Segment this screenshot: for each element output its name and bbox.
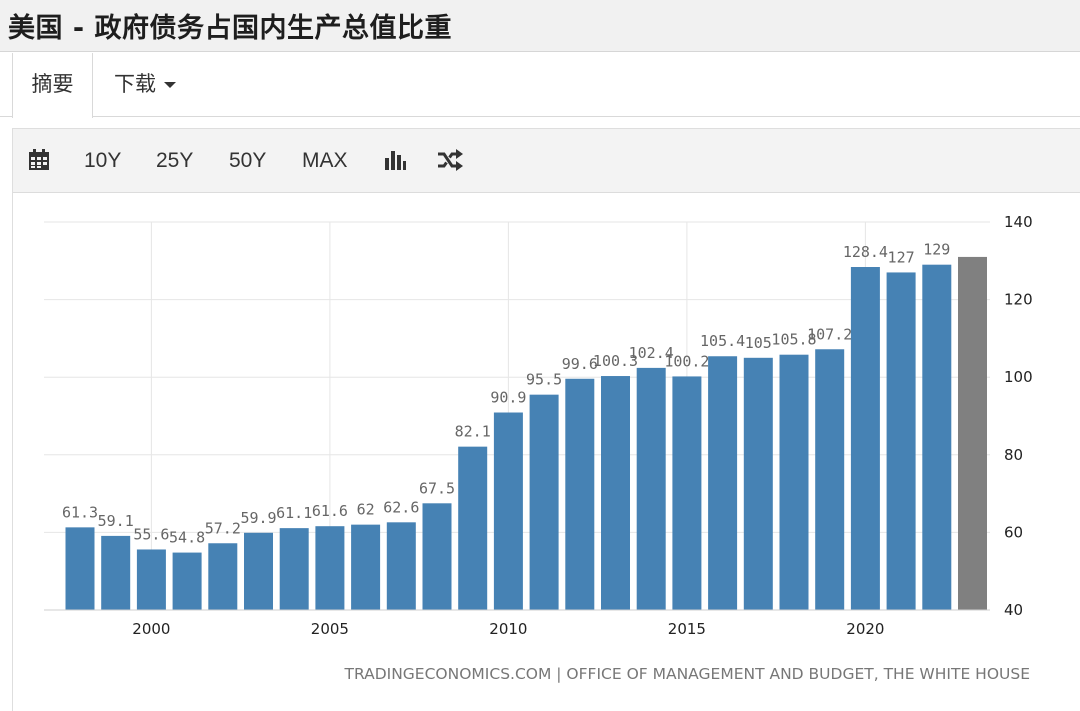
bar: [815, 349, 845, 610]
bar: [636, 367, 666, 610]
bar-value-label: 105: [745, 334, 772, 352]
bar: [136, 549, 166, 610]
bar: [315, 526, 345, 610]
x-tick-label: 2000: [132, 620, 170, 638]
bar: [422, 503, 452, 610]
y-tick-label: 60: [1004, 523, 1023, 541]
bar: [386, 522, 416, 610]
bar: [779, 354, 809, 610]
bar-value-label: 55.6: [133, 525, 169, 543]
bar: [351, 524, 381, 610]
bar: [958, 256, 987, 610]
bar: [279, 528, 309, 610]
bar-value-label: 100.2: [664, 352, 709, 370]
bar-value-label: 61.6: [312, 502, 348, 520]
bar-value-label: 62.6: [383, 498, 419, 516]
bar: [208, 543, 238, 610]
bar: [493, 412, 523, 610]
bar-value-label: 57.2: [205, 519, 241, 537]
bar: [101, 535, 131, 610]
x-tick-label: 2005: [311, 620, 349, 638]
bar: [458, 446, 488, 610]
y-tick-label: 140: [1004, 213, 1033, 231]
bar-value-label: 54.8: [169, 529, 205, 547]
x-tick-label: 2015: [668, 620, 706, 638]
bar: [672, 376, 702, 610]
bar-value-label: 82.1: [455, 423, 491, 441]
y-tick-label: 40: [1004, 601, 1023, 619]
bar: [601, 376, 630, 610]
bar: [886, 272, 916, 610]
bar-value-label: 59.9: [240, 509, 276, 527]
y-tick-label: 120: [1004, 291, 1033, 309]
bar-value-label: 127: [888, 248, 915, 266]
bar-value-label: 107.2: [807, 325, 852, 343]
bar-value-label: 61.1: [276, 504, 312, 522]
bar: [244, 532, 273, 610]
bar: [65, 527, 95, 610]
debt-to-gdp-chart: 4060801001201402000 2005 2010 2015 202061.3 5…: [44, 213, 1033, 683]
bar-value-label: 95.5: [526, 371, 562, 389]
y-tick-label: 80: [1004, 446, 1023, 464]
bar: [743, 357, 773, 610]
bar-value-label: 128.4: [843, 243, 888, 261]
bar: [529, 394, 559, 610]
bar-value-label: 129: [923, 241, 950, 259]
bar: [922, 264, 952, 610]
x-tick-label: 2010: [489, 620, 527, 638]
bar: [172, 552, 202, 610]
source-credit: TRADINGECONOMICS.COM | OFFICE OF MANAGEM…: [343, 665, 1030, 683]
bar: [565, 378, 595, 610]
bar-value-label: 90.9: [490, 389, 526, 407]
bar-value-label: 105.4: [700, 332, 745, 350]
x-tick-label: 2020: [846, 620, 884, 638]
bar-value-label: 59.1: [98, 512, 134, 530]
bar: [850, 267, 880, 610]
bar-value-label: 62: [357, 501, 375, 519]
bar: [708, 356, 738, 610]
bar-value-label: 61.3: [62, 503, 98, 521]
y-tick-label: 100: [1004, 368, 1033, 386]
bar-value-label: 67.5: [419, 479, 455, 497]
